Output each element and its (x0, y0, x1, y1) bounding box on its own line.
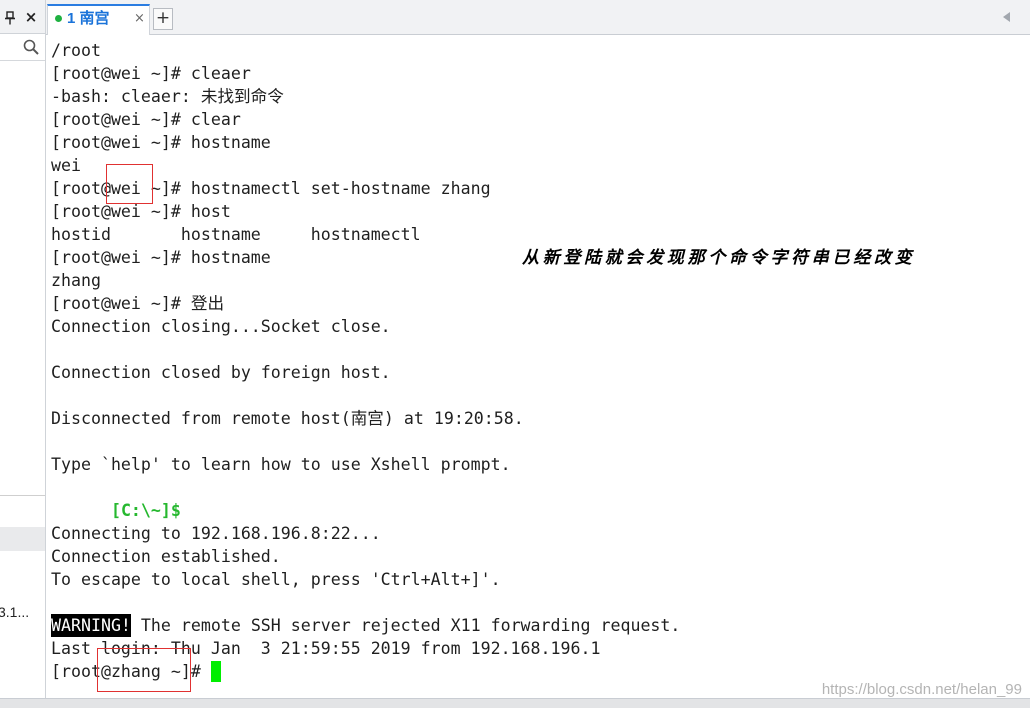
terminal-line: Connecting to 192.168.196.8:22... (51, 523, 381, 543)
terminal-line: Type `help' to learn how to use Xshell p… (51, 454, 511, 474)
terminal-line: Connection closed by foreign host. (51, 362, 391, 382)
terminal-line: Connection established. (51, 546, 281, 566)
new-tab-button[interactable]: + (153, 8, 173, 30)
terminal-line: [C:\~]$ (51, 476, 680, 520)
session-panel: × 3.1... (0, 0, 46, 698)
panel-section-header (0, 527, 45, 551)
terminal-line: To escape to local shell, press 'Ctrl+Al… (51, 569, 501, 589)
warning-badge: WARNING! (51, 613, 131, 637)
tab-label[interactable]: 1 南宫 (67, 9, 110, 29)
status-bar (0, 698, 1030, 708)
terminal-line: hostid hostname hostnamectl (51, 224, 421, 244)
tab-bar: 1 南宫 × + (46, 0, 1030, 35)
session-search-field[interactable] (0, 34, 45, 61)
terminal-cursor (210, 660, 221, 682)
terminal-line: WARNING! The remote SSH server rejected … (51, 613, 681, 637)
close-panel-icon[interactable]: × (24, 8, 38, 26)
terminal-line: [root@wei ~]# hostname (51, 132, 271, 152)
highlight-box-old-hostname (106, 164, 153, 204)
pin-icon[interactable] (4, 11, 16, 25)
triangle-left-icon[interactable] (1003, 12, 1010, 22)
terminal-line: Disconnected from remote host(南宫) at 19:… (51, 408, 524, 428)
panel-divider (0, 495, 45, 496)
warning-message: The remote SSH server rejected X11 forwa… (130, 615, 681, 635)
terminal-line: [root@wei ~]# cleaer (51, 63, 251, 83)
terminal-line: Connection closing...Socket close. (51, 316, 391, 336)
highlight-box-new-hostname (97, 648, 191, 692)
search-icon[interactable] (23, 39, 39, 55)
tab-session-1[interactable]: 1 南宫 × (47, 4, 150, 35)
terminal-output: /root [root@wei ~]# cleaer -bash: cleaer… (51, 39, 680, 683)
session-list-item[interactable]: 3.1... (0, 603, 29, 621)
terminal-line: zhang (51, 270, 101, 290)
terminal-line: /root (51, 40, 101, 60)
terminal-line: [root@wei ~]# 登出 (51, 293, 225, 313)
tab-close-icon[interactable]: × (134, 9, 145, 29)
watermark: https://blog.csdn.net/helan_99 (821, 681, 1022, 698)
session-panel-header: × (0, 0, 45, 34)
terminal-pane[interactable]: /root [root@wei ~]# cleaer -bash: cleaer… (46, 35, 1030, 698)
annotation-note: 从新登陆就会发现那个命令字符串已经改变 (522, 248, 916, 268)
terminal-line: -bash: cleaer: 未找到命令 (51, 86, 284, 106)
terminal-line: [root@wei ~]# clear (51, 109, 241, 129)
green-dot-icon (55, 15, 62, 22)
local-shell-prompt: [C:\~]$ (110, 500, 181, 520)
